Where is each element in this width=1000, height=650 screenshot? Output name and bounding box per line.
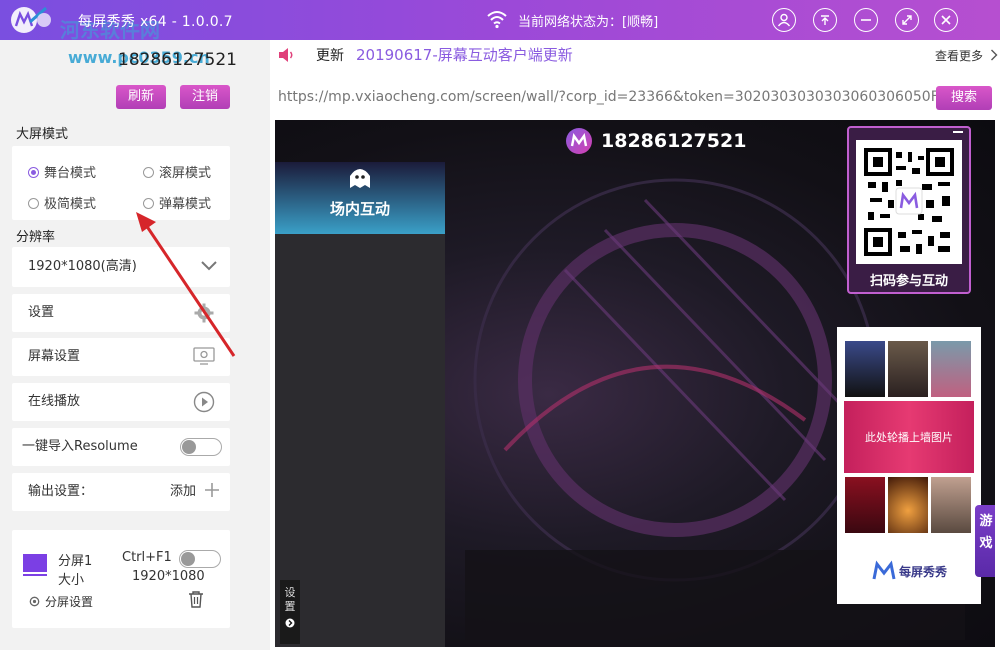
maximize-icon xyxy=(902,15,912,25)
radio-label: 舞台模式 xyxy=(44,166,97,181)
split-screen-shortcut: Ctrl+F1 xyxy=(122,550,172,565)
add-label: 添加 xyxy=(170,484,197,499)
output-settings-row: 输出设置： 添加 xyxy=(12,473,230,511)
screen-preview: 场内互动 18286127521 扫码参与互动 此处轮播上墙图片 每屏秀秀 游戏… xyxy=(275,120,995,647)
split-screen-size-value: 1920*1080 xyxy=(132,569,205,584)
plus-icon xyxy=(205,483,220,497)
wall-label: 此处轮播上墙图片 xyxy=(865,431,953,444)
wall-photo xyxy=(888,341,928,397)
qr-code xyxy=(856,140,962,264)
refresh-button[interactable]: 刷新 xyxy=(116,85,166,109)
left-panel: www.pc0359.cn 18286127521 刷新 注销 大屏模式 舞台模… xyxy=(0,40,270,650)
radio-stage-mode[interactable]: 舞台模式 xyxy=(28,162,96,181)
split-screen-swatch xyxy=(23,554,47,572)
preview-side-strip xyxy=(275,162,445,647)
split-screen-toggle[interactable] xyxy=(179,550,221,568)
gear-icon xyxy=(29,596,40,607)
minimize-button[interactable] xyxy=(854,8,878,32)
app-title: 每屏秀秀 x64 - 1.0.0.7 xyxy=(78,14,233,30)
pin-top-button[interactable] xyxy=(813,8,837,32)
split-screen-size-label: 大小 xyxy=(58,573,85,588)
qr-label: 扫码参与互动 xyxy=(869,274,948,289)
wall-photo xyxy=(931,477,971,533)
chevron-right-circle-icon xyxy=(285,618,295,628)
radio-checked-icon xyxy=(28,167,39,178)
radio-unchecked-icon xyxy=(143,198,154,209)
update-link[interactable]: 20190617-屏幕互动客户端更新 xyxy=(356,44,573,65)
annotation-arrow xyxy=(136,212,236,357)
ghost-mascot-icon xyxy=(350,169,370,188)
network-status: 当前网络状态为：[顺畅] xyxy=(518,15,659,30)
title-bar: 河东软件网 每屏秀秀 x64 - 1.0.0.7 当前网络状态为：[顺畅] xyxy=(0,0,1000,42)
logout-button[interactable]: 注销 xyxy=(180,85,230,109)
screen-mode-label: 大屏模式 xyxy=(16,127,69,142)
hall-logo: 场内互动 xyxy=(275,162,445,234)
trash-icon[interactable] xyxy=(188,590,204,608)
preview-phone: 18286127521 xyxy=(601,130,747,152)
update-prefix: 更新 xyxy=(316,48,344,64)
output-settings-label: 输出设置： xyxy=(28,484,94,499)
minimize-icon xyxy=(861,19,871,21)
speaker-icon xyxy=(279,48,293,62)
resolution-label: 分辨率 xyxy=(16,230,56,245)
view-more-label: 查看更多 xyxy=(935,49,984,63)
settings-label: 设置 xyxy=(28,305,55,320)
wall-photo xyxy=(931,341,971,397)
mp-brand-icon xyxy=(872,560,896,580)
search-button[interactable]: 搜索 xyxy=(936,86,992,110)
update-bar: 更新 20190617-屏幕互动客户端更新 查看更多 xyxy=(270,40,1000,78)
account-phone: 18286127521 xyxy=(118,50,237,70)
radio-minimal-mode[interactable]: 极简模式 xyxy=(28,193,96,212)
maximize-button[interactable] xyxy=(895,8,919,32)
add-output-button[interactable]: 添加 xyxy=(170,473,220,511)
url-bar: https://mp.vxiaocheng.com/screen/wall/?c… xyxy=(274,84,994,110)
screen-mode-card: 舞台模式 滚屏模式 极简模式 弹幕模式 xyxy=(12,146,230,220)
close-icon xyxy=(941,15,951,25)
right-panel: 更新 20190617-屏幕互动客户端更新 查看更多 https://mp.vx… xyxy=(270,40,1000,650)
split-screen-swatch-base xyxy=(23,574,47,576)
pin-top-icon xyxy=(821,15,829,25)
close-button[interactable] xyxy=(934,8,958,32)
photo-wall: 此处轮播上墙图片 每屏秀秀 xyxy=(837,327,981,604)
radio-label: 极简模式 xyxy=(44,197,97,212)
wifi-icon xyxy=(487,11,507,29)
import-resolume-label: 一键导入Resolume xyxy=(22,439,138,454)
wall-brand: 每屏秀秀 xyxy=(899,565,948,579)
import-resolume-toggle[interactable] xyxy=(180,438,222,456)
online-play-row[interactable]: 在线播放 xyxy=(12,383,230,421)
mp-logo-icon xyxy=(566,128,592,154)
import-resolume-row: 一键导入Resolume xyxy=(12,428,230,466)
screen-settings-label: 屏幕设置 xyxy=(28,349,81,364)
online-play-label: 在线播放 xyxy=(28,394,81,409)
radio-scroll-mode[interactable]: 滚屏模式 xyxy=(143,162,211,181)
resolution-value: 1920*1080(高清) xyxy=(28,259,137,274)
chevron-right-icon xyxy=(990,49,998,61)
url-input[interactable]: https://mp.vxiaocheng.com/screen/wall/?c… xyxy=(278,89,944,107)
radio-label: 滚屏模式 xyxy=(159,166,212,181)
preview-settings-label: 设置 xyxy=(284,586,296,613)
hall-logo-text: 场内互动 xyxy=(329,200,390,218)
radio-unchecked-icon xyxy=(143,167,154,178)
game-tab[interactable]: 游戏 xyxy=(975,505,995,577)
wall-photo xyxy=(888,477,928,533)
split-screen-settings-button[interactable]: 分屏设置 xyxy=(28,593,93,610)
radio-unchecked-icon xyxy=(28,198,39,209)
qr-panel: 扫码参与互动 xyxy=(847,126,971,294)
app-logo-icon xyxy=(11,6,51,33)
split-screen-name: 分屏1 xyxy=(58,554,93,569)
wall-carousel-band: 此处轮播上墙图片 xyxy=(844,401,974,473)
wall-photo xyxy=(845,477,885,533)
qr-panel-minimize-icon[interactable] xyxy=(953,131,963,133)
user-icon xyxy=(777,13,791,27)
view-more-link[interactable]: 查看更多 xyxy=(935,47,998,64)
split-screen-card: 分屏1 Ctrl+F1 大小 1920*1080 分屏设置 xyxy=(12,530,230,628)
user-button[interactable] xyxy=(772,8,796,32)
preview-settings-tab[interactable]: 设置 xyxy=(280,580,300,644)
qr-code-icon xyxy=(864,148,954,256)
play-icon xyxy=(193,391,215,413)
wall-photo xyxy=(845,341,885,397)
split-screen-settings-label: 分屏设置 xyxy=(45,595,94,609)
